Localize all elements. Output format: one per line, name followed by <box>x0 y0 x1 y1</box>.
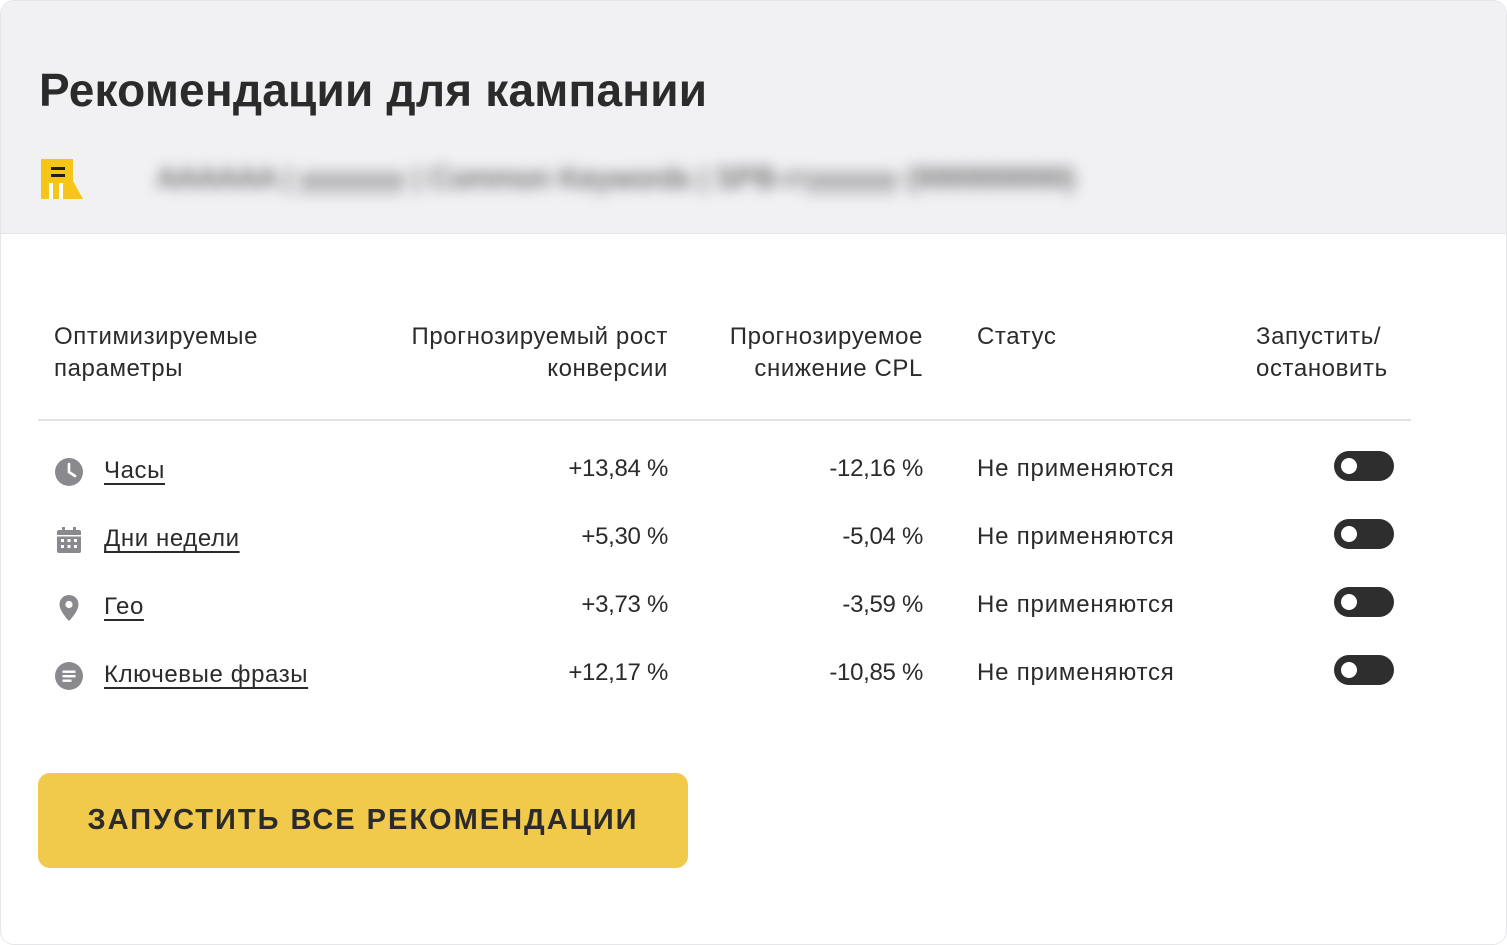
toggle-keywords[interactable] <box>1334 655 1394 685</box>
toggle-knob <box>1341 526 1357 542</box>
header: Рекомендации для кампании AAAAAA | yyyyy… <box>1 1 1506 234</box>
status-text: Не применяются <box>977 659 1175 686</box>
cpl-value: -12,16 % <box>829 455 923 482</box>
column-header-conversion: Прогнозируемый рост конверсии <box>411 323 668 382</box>
toggle-weekdays[interactable] <box>1334 519 1394 549</box>
column-header-cpl: Прогнозируемое снижение CPL <box>729 323 923 382</box>
text-lines-icon <box>54 661 84 691</box>
toggle-hours[interactable] <box>1334 451 1394 481</box>
param-link-keywords[interactable]: Ключевые фразы <box>104 659 308 691</box>
conversion-value: +12,17 % <box>568 659 668 686</box>
param-link-geo[interactable]: Гео <box>104 591 144 623</box>
cpl-value: -3,59 % <box>842 591 923 618</box>
column-header-status: Статус <box>977 323 1057 350</box>
location-pin-icon <box>54 593 84 623</box>
cpl-value: -10,85 % <box>829 659 923 686</box>
param-link-weekdays[interactable]: Дни недели <box>104 523 240 555</box>
calendar-icon <box>54 525 84 555</box>
cpl-value: -5,04 % <box>842 523 923 550</box>
conversion-value: +5,30 % <box>581 523 668 550</box>
column-header-toggle: Запустить/ остановить <box>1256 323 1388 382</box>
recommendations-card: Рекомендации для кампании AAAAAA | yyyyy… <box>0 0 1507 945</box>
table-row: Ключевые фразы +12,17 % -10,85 % Не прим… <box>38 639 1411 707</box>
status-text: Не применяются <box>977 455 1175 482</box>
table-header: Оптимизируемые параметры Прогнозируемый … <box>38 321 1411 421</box>
clock-icon <box>54 457 84 487</box>
toggle-geo[interactable] <box>1334 587 1394 617</box>
campaign-logo-icon <box>41 159 83 199</box>
column-header-params: Оптимизируемые параметры <box>54 323 259 382</box>
status-text: Не применяются <box>977 591 1175 618</box>
conversion-value: +13,84 % <box>568 455 668 482</box>
run-all-recommendations-button[interactable]: ЗАПУСТИТЬ ВСЕ РЕКОМЕНДАЦИИ <box>38 773 688 868</box>
toggle-knob <box>1341 662 1357 678</box>
conversion-value: +3,73 % <box>581 591 668 618</box>
campaign-name: AAAAAA | yyyyyyy | Common Keywords | SPB… <box>157 162 1076 195</box>
toggle-knob <box>1341 594 1357 610</box>
table-row: Дни недели +5,30 % -5,04 % Не применяютс… <box>38 503 1411 571</box>
toggle-knob <box>1341 458 1357 474</box>
status-text: Не применяются <box>977 523 1175 550</box>
page-title: Рекомендации для кампании <box>39 64 708 116</box>
recommendations-table: Оптимизируемые параметры Прогнозируемый … <box>38 321 1411 707</box>
table-row: Гео +3,73 % -3,59 % Не применяются <box>38 571 1411 639</box>
param-link-hours[interactable]: Часы <box>104 455 165 487</box>
campaign-info: AAAAAA | yyyyyyy | Common Keywords | SPB… <box>41 159 1076 199</box>
table-row: Часы +13,84 % -12,16 % Не применяются <box>38 435 1411 503</box>
